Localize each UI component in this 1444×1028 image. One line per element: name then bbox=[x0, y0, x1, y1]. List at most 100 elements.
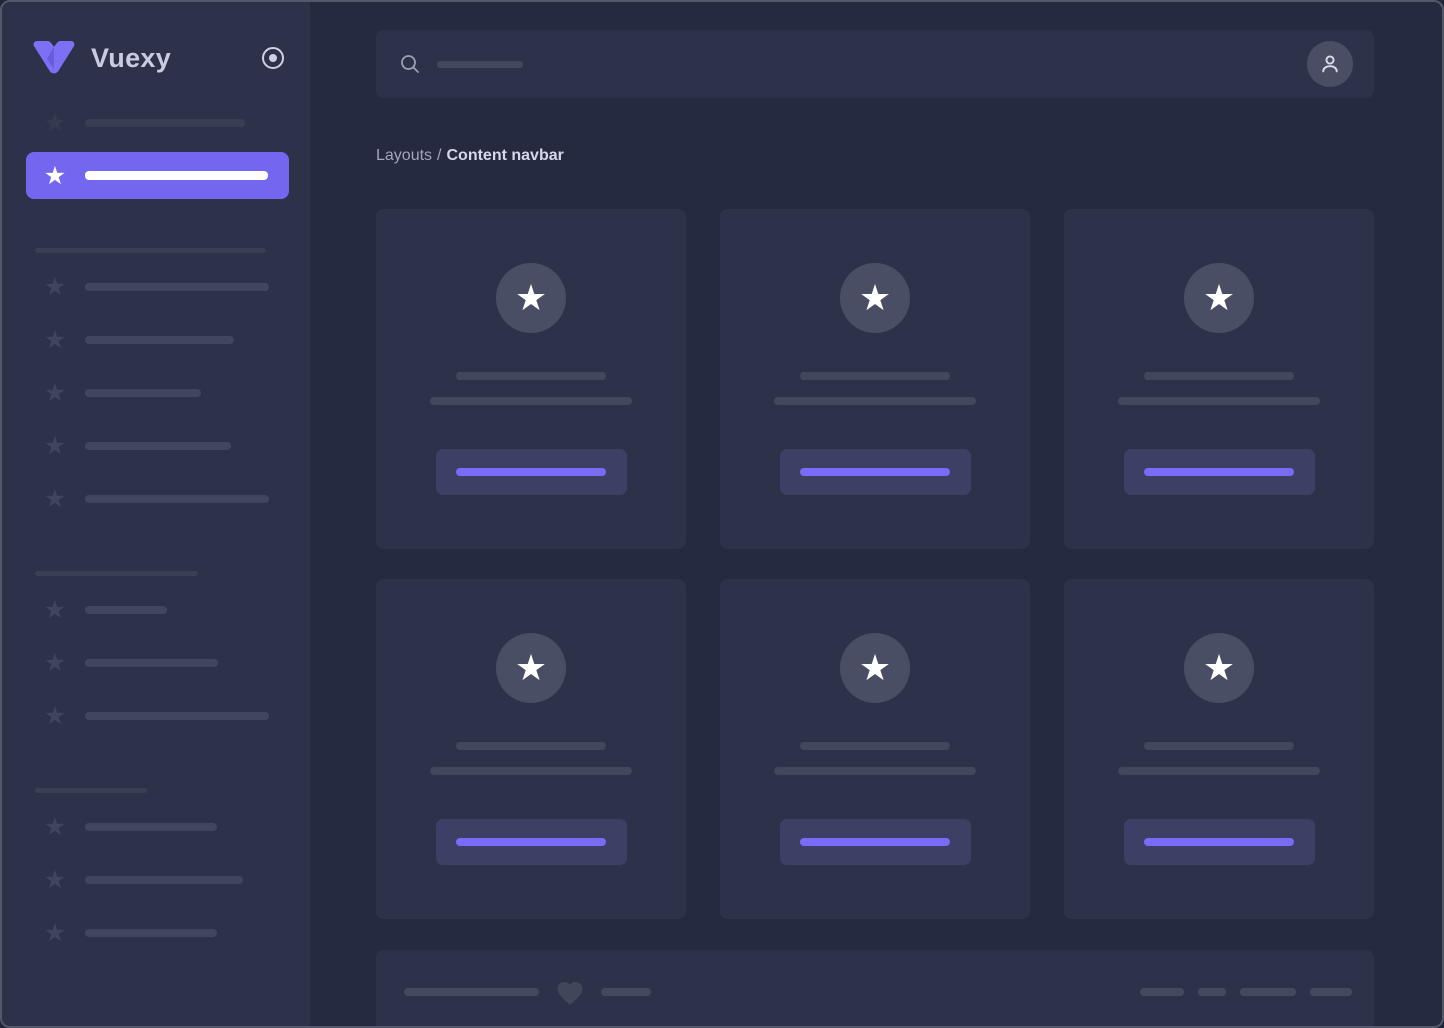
sidebar-item-active[interactable]: ★ bbox=[2, 149, 310, 202]
sidebar-item[interactable]: ★ bbox=[2, 906, 310, 959]
breadcrumb-separator: / bbox=[437, 147, 441, 164]
sidebar-section-items: ★ ★ ★ ★ ★ bbox=[2, 260, 310, 525]
card-button[interactable] bbox=[780, 449, 971, 495]
star-icon: ★ bbox=[1203, 650, 1235, 686]
star-icon: ★ bbox=[42, 598, 68, 622]
placeholder-bar bbox=[1310, 988, 1352, 996]
star-icon: ★ bbox=[42, 921, 68, 945]
section-header-bar bbox=[35, 248, 266, 253]
star-badge: ★ bbox=[840, 263, 910, 333]
placeholder-bar bbox=[456, 372, 606, 380]
sidebar-item[interactable]: ★ bbox=[2, 260, 310, 313]
placeholder-bar bbox=[1140, 988, 1184, 996]
feature-card: ★ bbox=[376, 209, 686, 549]
star-badge: ★ bbox=[1184, 633, 1254, 703]
sidebar: Vuexy ★ ★ ★ ★ ★ ★ ★ ★ ★ ★ ★ ★ ★ bbox=[2, 2, 310, 1026]
vuexy-logo-icon bbox=[30, 38, 78, 78]
sidebar-item[interactable]: ★ bbox=[2, 689, 310, 742]
placeholder-bar bbox=[85, 119, 245, 127]
star-badge: ★ bbox=[840, 633, 910, 703]
star-icon: ★ bbox=[42, 275, 68, 299]
placeholder-bar bbox=[1144, 742, 1294, 750]
footer-right-bars bbox=[1140, 988, 1352, 996]
star-icon: ★ bbox=[515, 650, 547, 686]
card-button[interactable] bbox=[436, 819, 627, 865]
star-icon: ★ bbox=[42, 434, 68, 458]
main-content: Layouts/Content navbar ★★★★★★ bbox=[310, 2, 1442, 1026]
sidebar-item[interactable]: ★ bbox=[2, 96, 310, 149]
star-icon: ★ bbox=[42, 381, 68, 405]
feature-card: ★ bbox=[1064, 209, 1374, 549]
placeholder-bar bbox=[85, 659, 218, 667]
sidebar-item[interactable]: ★ bbox=[2, 800, 310, 853]
sidebar-item[interactable]: ★ bbox=[2, 636, 310, 689]
star-icon: ★ bbox=[42, 651, 68, 675]
star-icon: ★ bbox=[42, 815, 68, 839]
sidebar-section: ★ ★ ★ bbox=[2, 788, 310, 959]
sidebar-item[interactable]: ★ bbox=[2, 419, 310, 472]
sidebar-item[interactable]: ★ bbox=[2, 853, 310, 906]
star-icon: ★ bbox=[42, 487, 68, 511]
button-label-bar bbox=[1144, 838, 1294, 846]
placeholder-bar bbox=[404, 988, 539, 996]
nav-pin-toggle-icon[interactable] bbox=[262, 47, 284, 69]
app-window: Vuexy ★★★★★★★★★★★★★ Layouts/Content nav bbox=[0, 0, 1444, 1028]
placeholder-bar bbox=[85, 712, 269, 720]
sidebar-item[interactable]: ★ bbox=[2, 313, 310, 366]
feature-card: ★ bbox=[1064, 579, 1374, 919]
placeholder-bar bbox=[85, 495, 269, 503]
placeholder-bar bbox=[85, 606, 167, 614]
star-icon: ★ bbox=[42, 328, 68, 352]
star-icon: ★ bbox=[1203, 280, 1235, 316]
placeholder-bar bbox=[456, 742, 606, 750]
sidebar-section: ★ ★ ★ ★ ★ bbox=[2, 248, 310, 525]
placeholder-bar bbox=[1118, 767, 1320, 775]
placeholder-bar bbox=[1240, 988, 1296, 996]
sidebar-item[interactable]: ★ bbox=[2, 366, 310, 419]
placeholder-bar bbox=[85, 283, 269, 291]
breadcrumb-link-layouts[interactable]: Layouts bbox=[376, 147, 432, 164]
card-button[interactable] bbox=[1124, 819, 1315, 865]
star-badge: ★ bbox=[496, 263, 566, 333]
search-placeholder-bar[interactable] bbox=[437, 61, 523, 68]
star-badge: ★ bbox=[1184, 263, 1254, 333]
footer-card bbox=[376, 950, 1374, 1028]
breadcrumb: Layouts/Content navbar bbox=[376, 145, 1374, 166]
star-icon: ★ bbox=[859, 280, 891, 316]
user-avatar-button[interactable] bbox=[1307, 41, 1353, 87]
footer-card-row bbox=[376, 950, 1374, 1007]
placeholder-bar bbox=[85, 823, 217, 831]
cards-grid: ★ ★ ★ ★ ★ ★ bbox=[376, 209, 1374, 919]
card-button[interactable] bbox=[780, 819, 971, 865]
placeholder-bar bbox=[1144, 372, 1294, 380]
active-item-pill[interactable]: ★ bbox=[26, 152, 289, 199]
card-button[interactable] bbox=[1124, 449, 1315, 495]
button-label-bar bbox=[456, 838, 606, 846]
placeholder-bar bbox=[85, 336, 234, 344]
placeholder-bar bbox=[1118, 397, 1320, 405]
section-header-bar bbox=[35, 788, 147, 793]
placeholder-bar bbox=[774, 767, 976, 775]
star-icon: ★ bbox=[42, 164, 68, 188]
heart-icon[interactable] bbox=[555, 977, 585, 1007]
sidebar-section-items: ★ ★ ★ bbox=[2, 583, 310, 742]
star-icon: ★ bbox=[42, 111, 68, 135]
search-icon[interactable] bbox=[399, 53, 421, 75]
star-icon: ★ bbox=[42, 868, 68, 892]
placeholder-bar bbox=[430, 767, 632, 775]
placeholder-bar bbox=[85, 389, 201, 397]
button-label-bar bbox=[800, 838, 950, 846]
card-button[interactable] bbox=[436, 449, 627, 495]
sidebar-section: ★ ★ ★ bbox=[2, 571, 310, 742]
button-label-bar bbox=[456, 468, 606, 476]
star-icon: ★ bbox=[515, 280, 547, 316]
feature-card: ★ bbox=[720, 579, 1030, 919]
brand-name: Vuexy bbox=[91, 43, 171, 74]
brand: Vuexy bbox=[2, 34, 310, 82]
placeholder-bar bbox=[85, 171, 268, 180]
feature-card: ★ bbox=[720, 209, 1030, 549]
placeholder-bar bbox=[430, 397, 632, 405]
sidebar-item[interactable]: ★ bbox=[2, 472, 310, 525]
star-icon: ★ bbox=[42, 704, 68, 728]
sidebar-item[interactable]: ★ bbox=[2, 583, 310, 636]
